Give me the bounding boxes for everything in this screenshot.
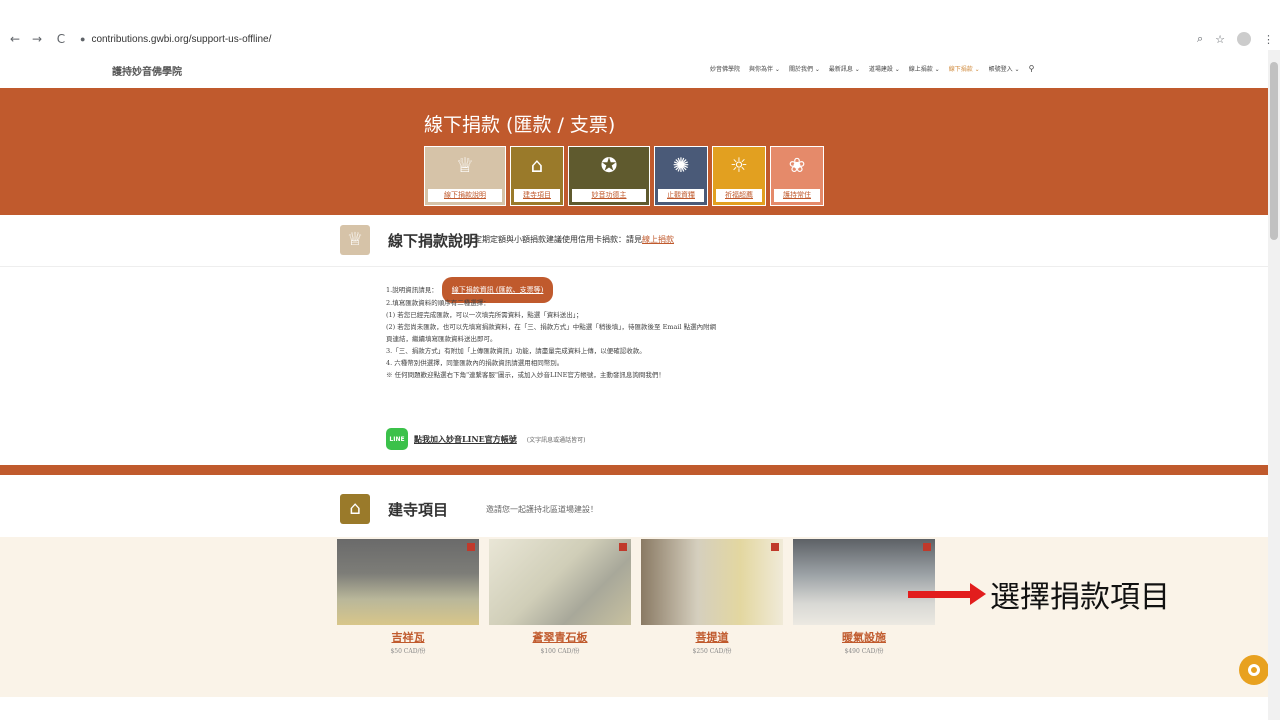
nav-item-academy[interactable]: 妙音佛學院 (710, 64, 740, 73)
instruction-line: 3.「三、捐款方式」有附加「上傳匯款資訊」功能，請盡量完成資料上傳，以便確認收款… (386, 347, 646, 355)
medal-icon: ✪ (600, 153, 618, 177)
offline-info-body: 1.說明資訊請見： 線下捐款資訊 (匯款、支票等) 2.填寫匯款資料的順序有二種選… (0, 267, 1268, 465)
project-name[interactable]: 菩提道 (641, 629, 783, 645)
section-title: 建寺項目 (388, 501, 449, 519)
instruction-line: (1) 若您已經完成匯款，可以一次填完所需資料，點選「資料送出」； (386, 311, 583, 319)
temple-projects-header: ⌂ 建寺項目 邀請您一起護持北區道場建設！ (0, 475, 1268, 537)
project-card[interactable]: 菩提道 $250 CAD/份 (641, 539, 783, 655)
line-note: (文字訊息或通話皆可) (526, 436, 586, 444)
temple-projects-body: 吉祥瓦 $50 CAD/份 蒼翠青石板 $100 CAD/份 菩提道 $250 … (0, 537, 1268, 697)
address-bar[interactable]: ● contributions.gwbi.org/support-us-offl… (80, 28, 1180, 50)
chat-support-icon[interactable] (1239, 655, 1269, 685)
project-card[interactable]: 吉祥瓦 $50 CAD/份 (337, 539, 479, 655)
seal-icon (923, 543, 931, 551)
browser-actions: ⌕ ☆ ⋮ (1197, 28, 1274, 50)
site-nav: 妙音佛學院 與你為伴 ⌄ 關於我們 ⌄ 最新訊息 ⌄ 道場建設 ⌄ 線上捐款 ⌄… (710, 64, 1034, 73)
instruction-line: 頁連結，繼續填寫匯款資料送出即可。 (386, 335, 497, 343)
section-subtitle: 邀請您一起護持北區道場建設！ (486, 505, 598, 514)
project-card[interactable]: 蒼翠青石板 $100 CAD/份 (489, 539, 631, 655)
pagoda-icon: ⌂ (340, 494, 370, 524)
profile-avatar[interactable] (1237, 32, 1251, 46)
tile-offline-info[interactable]: ♕ 線下捐款說明 (424, 146, 506, 206)
project-name[interactable]: 暖氣設施 (793, 629, 935, 645)
project-list: 吉祥瓦 $50 CAD/份 蒼翠青石板 $100 CAD/份 菩提道 $250 … (337, 539, 935, 655)
page-title: 線下捐款 (匯款 / 支票) (424, 114, 616, 136)
tile-label[interactable]: 妙音功德主 (572, 189, 646, 202)
tile-label[interactable]: 建寺項目 (514, 189, 560, 202)
tile-label[interactable]: 止觀資糧 (658, 189, 704, 202)
nav-item-companion[interactable]: 與你為伴 ⌄ (749, 64, 780, 73)
stone-slab-image[interactable] (489, 539, 631, 625)
info-row: 1.說明資訊請見： 線下捐款資訊 (匯款、支票等) (386, 277, 906, 303)
line-app-icon[interactable]: LINE (386, 428, 408, 450)
star-icon[interactable]: ☆ (1215, 33, 1225, 46)
back-icon[interactable]: ← (6, 32, 24, 46)
instruction-line: 2.填寫匯款資料的順序有二種選擇： (386, 299, 490, 307)
section-title: 線下捐款說明 (388, 232, 479, 250)
tile-patron[interactable]: ✪ 妙音功德主 (568, 146, 650, 206)
category-tiles: ♕ 線下捐款說明 ⌂ 建寺項目 ✪ 妙音功德主 ✺ 止觀資糧 ☼ 祈福超薦 ❀ … (424, 146, 824, 206)
roof-tile-image[interactable] (337, 539, 479, 625)
tile-label[interactable]: 線下捐款說明 (428, 189, 502, 202)
hero-banner: 線下捐款 (匯款 / 支票) ♕ 線下捐款說明 ⌂ 建寺項目 ✪ 妙音功德主 ✺… (0, 88, 1268, 215)
bodhi-path-image[interactable] (641, 539, 783, 625)
nav-item-about[interactable]: 關於我們 ⌄ (789, 64, 820, 73)
lamp-icon: ☼ (730, 153, 748, 177)
mandala-icon: ✺ (672, 153, 690, 177)
url-text[interactable]: contributions.gwbi.org/support-us-offlin… (91, 34, 271, 45)
project-name[interactable]: 蒼翠青石板 (489, 629, 631, 645)
nav-item-offline-donation[interactable]: 線下捐款 ⌄ (949, 64, 980, 73)
instructions: 1.說明資訊請見： 線下捐款資訊 (匯款、支票等) 2.填寫匯款資料的順序有二種選… (386, 277, 906, 381)
seal-icon (771, 543, 779, 551)
search-icon[interactable]: ⚲ (1029, 64, 1035, 73)
arrow-right-icon (908, 590, 970, 598)
offline-info-header: ♕ 線下捐款說明 定期定額與小額捐款建議使用信用卡捐款：請見線上捐款 (0, 215, 1268, 267)
lotus-icon: ❀ (788, 153, 806, 177)
crown-icon: ♕ (456, 153, 474, 177)
lock-icon: ● (80, 34, 86, 44)
tile-meditation[interactable]: ✺ 止觀資糧 (654, 146, 708, 206)
annotation-text: 選擇捐款項目 (990, 580, 1170, 615)
nav-item-login[interactable]: 帳號登入 ⌄ (989, 64, 1020, 73)
section-divider (0, 465, 1268, 475)
project-price: $50 CAD/份 (390, 648, 426, 655)
tile-sangha-support[interactable]: ❀ 護持常住 (770, 146, 824, 206)
forward-icon[interactable]: → (28, 32, 46, 46)
pagoda-icon: ⌂ (530, 153, 544, 177)
tile-label[interactable]: 祈福超薦 (716, 189, 762, 202)
nav-item-construction[interactable]: 道場建設 ⌄ (869, 64, 900, 73)
tile-temple-projects[interactable]: ⌂ 建寺項目 (510, 146, 564, 206)
tile-blessing[interactable]: ☼ 祈福超薦 (712, 146, 766, 206)
browser-toolbar: ← → C ● contributions.gwbi.org/support-u… (0, 28, 1280, 50)
arrow-head-icon (970, 583, 986, 605)
instruction-line: (2) 若您尚未匯款，也可以先填寫捐款資料，在「三、捐款方式」中點選「稍後填」，… (386, 323, 717, 331)
instruction-line: 4. 六種幣別供選擇，同筆匯款內的捐款資訊請選用相同幣別。 (386, 359, 564, 367)
project-name[interactable]: 吉祥瓦 (337, 629, 479, 645)
site-logo[interactable]: 護持妙音佛學院 (112, 63, 182, 78)
tile-label[interactable]: 護持常住 (774, 189, 820, 202)
annotation-callout: 選擇捐款項目 (908, 572, 1170, 616)
zoom-icon[interactable]: ⌕ (1197, 32, 1203, 46)
seal-icon (619, 543, 627, 551)
line-official-link[interactable]: 點我加入妙音LINE官方帳號 (414, 434, 517, 445)
project-price: $250 CAD/份 (692, 648, 732, 655)
scrollbar[interactable] (1268, 50, 1280, 720)
reload-icon[interactable]: C (52, 32, 70, 46)
instruction-line: ※ 任何問題歡迎點選右下角"連繫客服"圖示，或加入妙音LINE官方帳號，主動發訊… (386, 371, 665, 379)
section-subtitle: 定期定額與小額捐款建議使用信用卡捐款：請見線上捐款 (474, 235, 674, 244)
nav-item-news[interactable]: 最新訊息 ⌄ (829, 64, 860, 73)
menu-icon[interactable]: ⋮ (1263, 33, 1274, 46)
crown-icon: ♕ (340, 225, 370, 255)
online-donation-link[interactable]: 線上捐款 (642, 235, 674, 244)
project-price: $490 CAD/份 (844, 648, 884, 655)
project-price: $100 CAD/份 (540, 648, 580, 655)
scrollbar-thumb[interactable] (1270, 62, 1278, 240)
nav-item-online-donation[interactable]: 線上捐款 ⌄ (909, 64, 940, 73)
seal-icon (467, 543, 475, 551)
line-contact: LINE 點我加入妙音LINE官方帳號 (文字訊息或通話皆可) (386, 428, 585, 450)
site-header: 護持妙音佛學院 妙音佛學院 與你為伴 ⌄ 關於我們 ⌄ 最新訊息 ⌄ 道場建設 … (0, 50, 1268, 88)
browser-chrome: ← → C ● contributions.gwbi.org/support-u… (0, 0, 1280, 50)
